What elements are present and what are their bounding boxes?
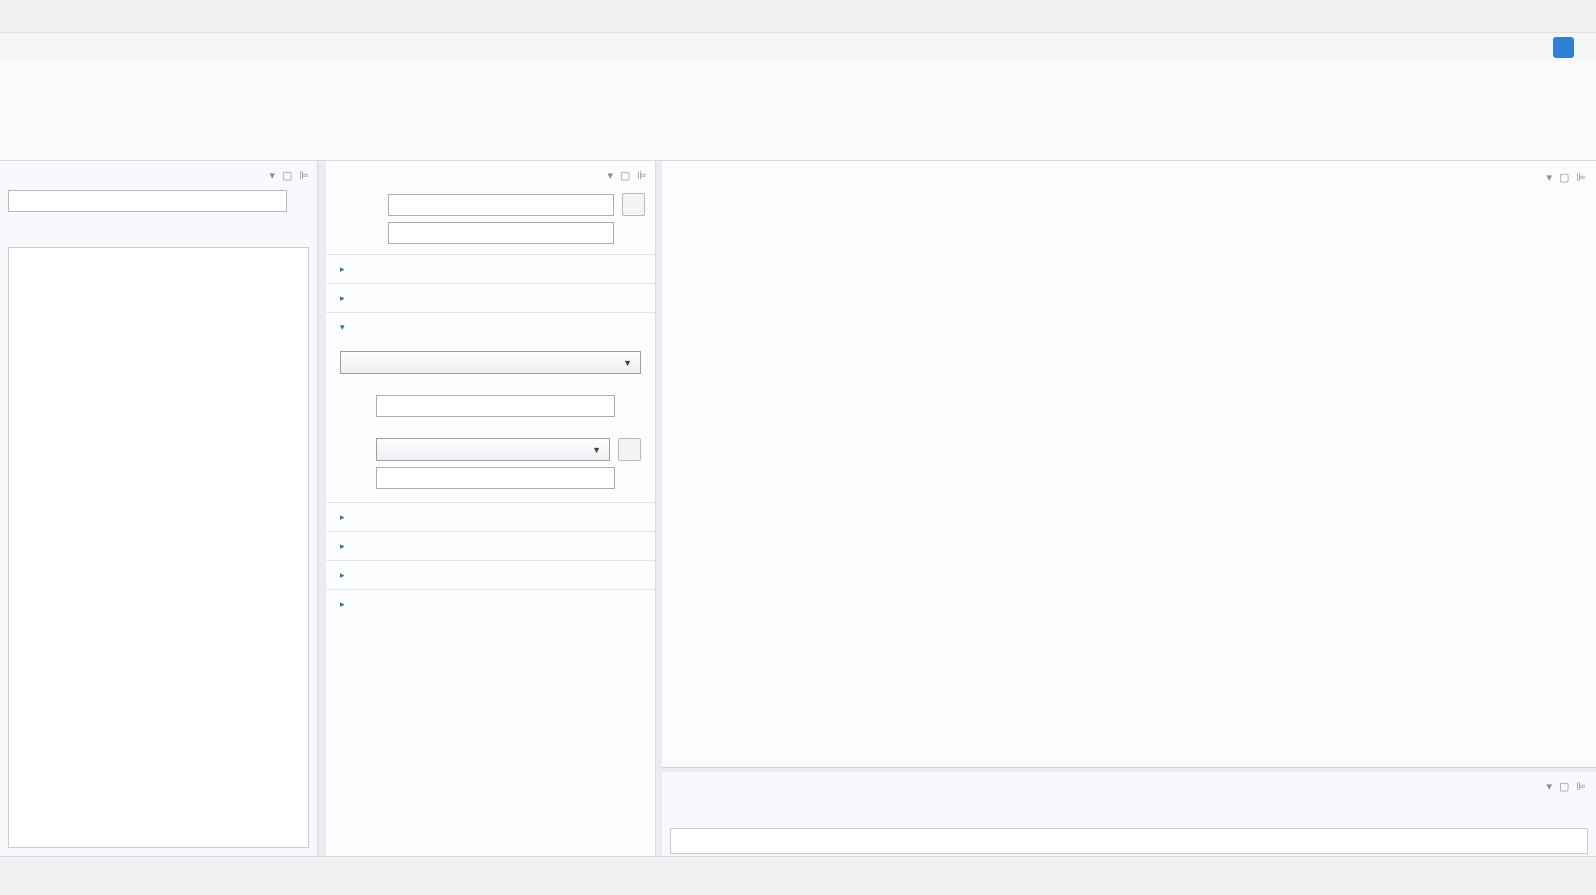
maximize-button[interactable] [1504,0,1550,33]
settings-subtitle [326,182,655,190]
graphics-panel: ▾ ▢ ⊫ [662,161,1596,768]
section-turbulence[interactable]: ▸ [326,502,655,531]
help-button[interactable] [1553,37,1574,58]
panel-menu-icon[interactable]: ▾ [1546,780,1552,793]
tree-filter-input[interactable] [8,190,287,212]
temperature-input[interactable] [376,467,615,489]
panel-menu-icon[interactable]: ▾ [269,169,275,182]
name-input[interactable] [388,222,614,244]
messages-panel: ▾ ▢ ⊫ [662,772,1596,856]
panel-pin-icon[interactable]: ⊫ [1576,171,1586,184]
panel-controls: ▾ ▢ ⊫ [1546,171,1586,184]
menu-bar [0,33,1596,62]
status-bar [0,856,1596,895]
temperature-link-button[interactable] [618,438,641,461]
refresh-icon[interactable] [293,193,309,209]
label-input[interactable] [388,194,614,216]
settings-panel: ▾ ▢ ⊫ ▸ ▸ ▾ [326,161,656,856]
ref-pressure-caption [340,379,641,392]
section-discretization[interactable]: ▸ [326,560,655,589]
absolute-pressure-equation [340,420,641,427]
section-dependent-variables[interactable]: ▸ [326,589,655,618]
chevron-down-icon: ▼ [623,358,632,368]
panel-controls: ▾ ▢ ⊫ [1546,780,1586,793]
graphics-canvas[interactable] [662,222,1596,768]
panel-float-icon[interactable]: ▢ [1559,171,1569,184]
panel-float-icon[interactable]: ▢ [282,169,292,182]
messages-toolbar [662,800,1596,806]
ribbon [0,62,1596,161]
compressibility-select[interactable]: ▼ [340,351,641,374]
panel-controls: ▾ ▢ ⊫ [607,169,647,182]
panel-pin-icon[interactable]: ⊫ [637,169,647,182]
ref-temperature-select[interactable]: ▼ [376,438,610,461]
section-physical-model[interactable]: ▾ ▼ [326,312,655,502]
graphics-tabs [662,161,1596,192]
model-tree [8,247,309,848]
messages-content [670,828,1588,854]
panel-menu-icon[interactable]: ▾ [1546,171,1552,184]
panel-float-icon[interactable]: ▢ [620,169,630,182]
rename-button[interactable] [622,193,645,216]
panel-float-icon[interactable]: ▢ [1559,780,1569,793]
chevron-down-icon: ▼ [592,445,601,455]
section-equation[interactable]: ▸ [326,283,655,312]
panel-pin-icon[interactable]: ⊫ [1576,780,1586,793]
section-domain-selection[interactable]: ▸ [326,254,655,283]
comsol-window: ▾ ▢ ⊫ ▾ ▢ ⊫ [0,0,1596,895]
minimize-button[interactable] [1458,0,1504,33]
graphics-toolbar [662,192,1596,221]
close-button[interactable] [1550,0,1596,33]
graphics-column: ▾ ▢ ⊫ ▾ ▢ ⊫ [662,161,1596,856]
panel-controls: ▾ ▢ ⊫ [269,169,309,182]
ref-temperature-caption [340,427,641,435]
ref-pressure-input[interactable] [376,395,615,417]
compressibility-caption [340,343,641,351]
panel-pin-icon[interactable]: ⊫ [299,169,309,182]
main-area: ▾ ▢ ⊫ ▾ ▢ ⊫ [0,161,1596,856]
messages-tabs [662,772,1596,800]
window-controls [1458,0,1596,33]
panel-menu-icon[interactable]: ▾ [607,169,613,182]
section-advanced-settings[interactable]: ▸ [326,531,655,560]
title-bar [0,0,1596,33]
model-builder-panel: ▾ ▢ ⊫ [0,161,318,856]
